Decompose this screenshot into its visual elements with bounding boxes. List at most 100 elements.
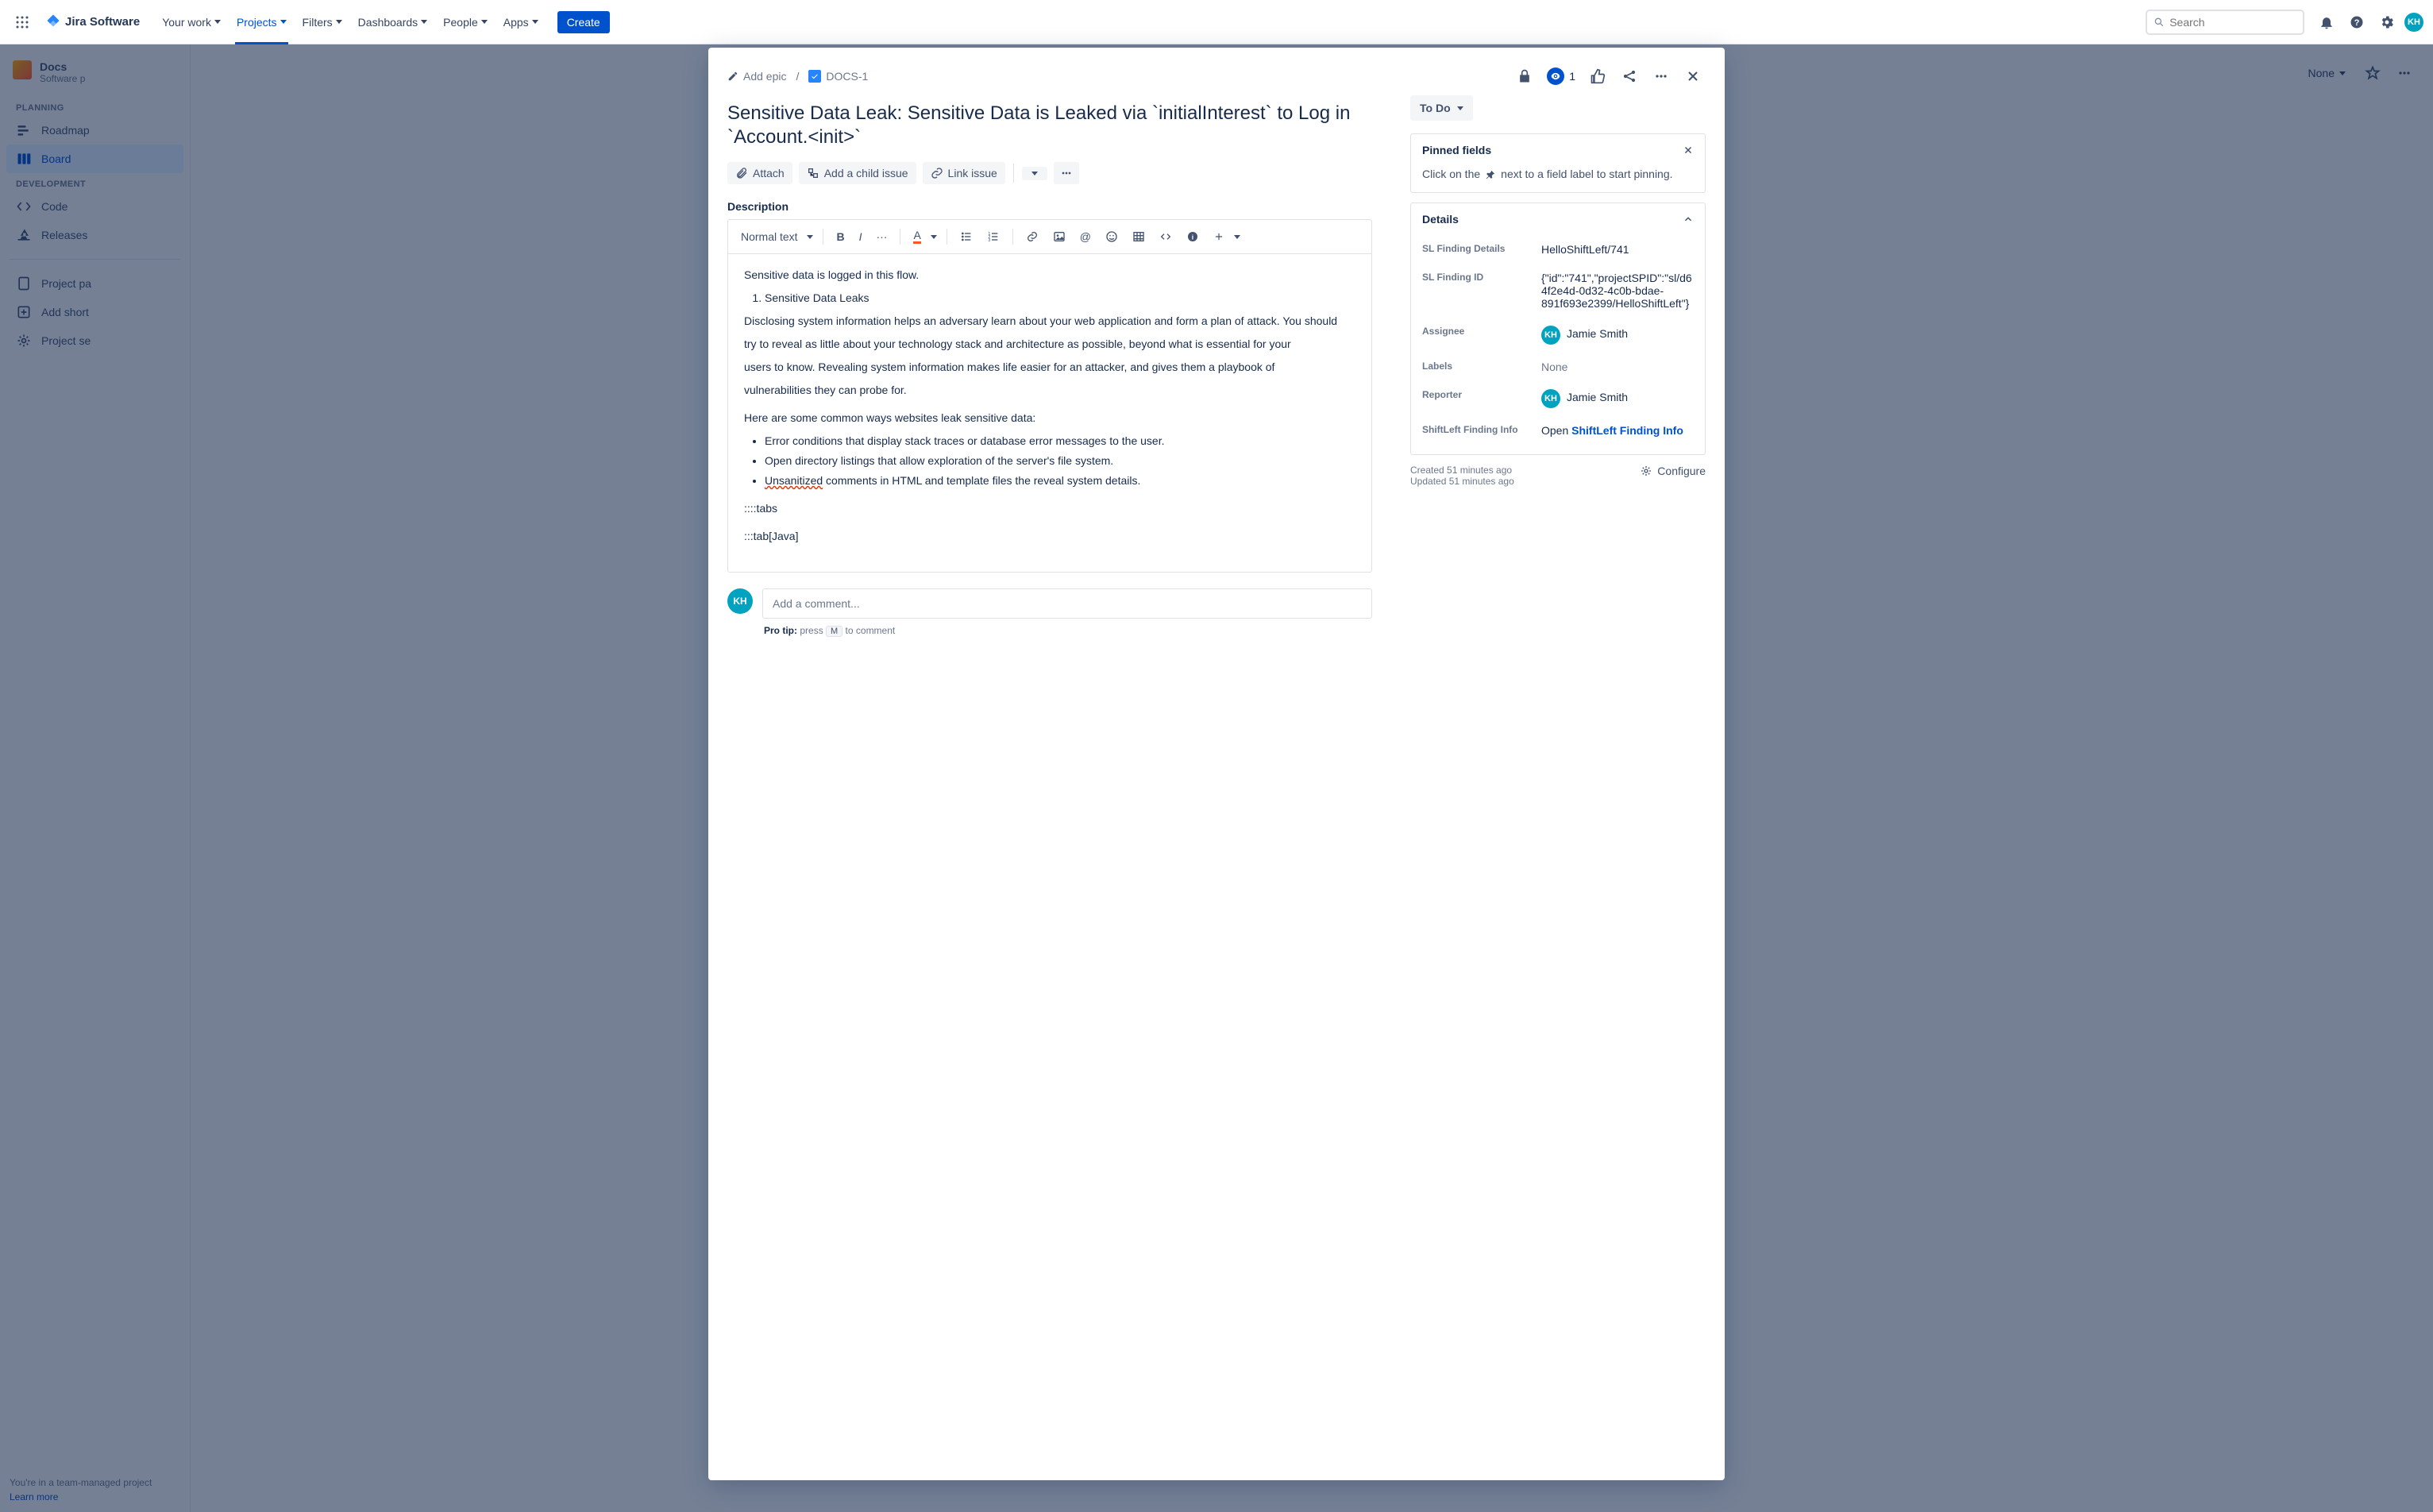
chevron-down-icon	[1457, 106, 1463, 110]
lock-icon[interactable]	[1512, 64, 1537, 89]
chevron-down-icon	[421, 20, 427, 24]
chevron-up-icon[interactable]	[1683, 214, 1694, 225]
search-field[interactable]	[2169, 16, 2296, 29]
sl-finding-id-value[interactable]: {"id":"741","projectSPID":"sl/d64f2e4d-0…	[1541, 272, 1694, 310]
configure-button[interactable]: Configure	[1640, 465, 1706, 477]
labels-value[interactable]: None	[1541, 361, 1694, 373]
edit-icon	[727, 71, 738, 82]
top-nav: Jira Software Your work Projects Filters…	[0, 0, 2433, 44]
help-icon[interactable]: ?	[2344, 10, 2369, 35]
attach-button[interactable]: Attach	[727, 162, 792, 184]
search-icon	[2153, 16, 2165, 29]
nav-your-work[interactable]: Your work	[156, 11, 227, 33]
eye-icon	[1547, 68, 1564, 85]
assignee-avatar: KH	[1541, 326, 1560, 345]
bullet-list-icon[interactable]	[954, 226, 979, 248]
comment-avatar: KH	[727, 588, 753, 614]
add-child-button[interactable]: Add a child issue	[799, 162, 916, 184]
notifications-icon[interactable]	[2314, 10, 2339, 35]
text-style-dropdown[interactable]: Normal text	[735, 226, 816, 248]
comment-input[interactable]: Add a comment...	[762, 588, 1372, 619]
numbered-list-icon[interactable]: 123	[981, 226, 1006, 248]
editor-toolbar: Normal text B I ··· A 123 @	[728, 220, 1371, 254]
chevron-down-icon	[931, 235, 937, 239]
nav-apps[interactable]: Apps	[497, 11, 545, 33]
nav-projects[interactable]: Projects	[230, 11, 293, 33]
child-icon	[807, 167, 819, 179]
close-icon[interactable]	[1680, 64, 1706, 89]
reporter-label: Reporter	[1422, 389, 1541, 408]
reporter-avatar: KH	[1541, 389, 1560, 408]
issue-key-link[interactable]: DOCS-1	[808, 70, 868, 83]
nav-links: Your work Projects Filters Dashboards Pe…	[156, 11, 610, 33]
app-switcher-icon[interactable]	[10, 10, 35, 35]
create-button[interactable]: Create	[557, 11, 610, 33]
close-icon[interactable]	[1683, 145, 1694, 156]
table-icon[interactable]	[1126, 226, 1151, 248]
more-actions-button[interactable]	[1054, 162, 1079, 184]
assignee-value[interactable]: KHJamie Smith	[1541, 326, 1694, 345]
user-avatar[interactable]: KH	[2404, 13, 2423, 32]
link-dropdown-button[interactable]	[1022, 167, 1047, 180]
issue-title[interactable]: Sensitive Data Leak: Sensitive Data is L…	[727, 102, 1372, 149]
jira-logo[interactable]: Jira Software	[44, 14, 140, 31]
shiftleft-info-value[interactable]: Open ShiftLeft Finding Info	[1541, 424, 1694, 437]
reporter-value[interactable]: KHJamie Smith	[1541, 389, 1694, 408]
sl-finding-details-label: SL Finding Details	[1422, 243, 1541, 256]
settings-icon[interactable]	[2374, 10, 2400, 35]
chevron-down-icon	[336, 20, 342, 24]
description-editor[interactable]: Normal text B I ··· A 123 @	[727, 219, 1372, 573]
details-panel: Details SL Finding Details HelloShiftLef…	[1410, 202, 1706, 455]
pinned-fields-title: Pinned fields	[1422, 144, 1491, 156]
watchers-count: 1	[1569, 70, 1575, 83]
svg-text:?: ?	[2354, 18, 2360, 28]
link-issue-button[interactable]: Link issue	[923, 162, 1005, 184]
chevron-down-icon	[1031, 172, 1038, 176]
sl-finding-details-value[interactable]: HelloShiftLeft/741	[1541, 243, 1694, 256]
pinned-fields-note: Click on the next to a field label to st…	[1422, 166, 1694, 183]
nav-filters[interactable]: Filters	[296, 11, 349, 33]
image-icon[interactable]	[1047, 226, 1072, 248]
nav-people[interactable]: People	[437, 11, 494, 33]
sl-finding-id-label: SL Finding ID	[1422, 272, 1541, 310]
chevron-down-icon	[532, 20, 538, 24]
details-title: Details	[1422, 213, 1459, 226]
code-icon[interactable]	[1153, 226, 1178, 248]
italic-icon[interactable]: I	[853, 226, 869, 248]
link-icon[interactable]	[1020, 226, 1045, 248]
bold-icon[interactable]: B	[830, 226, 850, 248]
chevron-down-icon	[280, 20, 287, 24]
text-color-icon[interactable]: A	[907, 225, 939, 249]
watchers-button[interactable]: 1	[1544, 66, 1579, 87]
insert-icon[interactable]	[1207, 226, 1243, 248]
mention-icon[interactable]: @	[1074, 226, 1097, 248]
pin-icon	[1485, 169, 1496, 180]
emoji-icon[interactable]	[1099, 226, 1124, 248]
nav-dashboards[interactable]: Dashboards	[352, 11, 434, 33]
issue-modal: Add epic / DOCS-1 1 Sensitive Data Leak:…	[708, 48, 1725, 1480]
link-icon	[931, 167, 943, 179]
shiftleft-info-link[interactable]: ShiftLeft Finding Info	[1571, 424, 1683, 437]
chevron-down-icon	[481, 20, 488, 24]
add-epic-link[interactable]: Add epic	[727, 70, 786, 83]
pinned-fields-panel: Pinned fields Click on the next to a fie…	[1410, 133, 1706, 193]
search-input[interactable]	[2146, 10, 2304, 35]
description-label: Description	[727, 200, 1372, 213]
breadcrumbs: Add epic / DOCS-1	[727, 70, 1506, 83]
labels-label: Labels	[1422, 361, 1541, 373]
updated-text: Updated 51 minutes ago	[1410, 476, 1514, 487]
editor-content[interactable]: Sensitive data is logged in this flow. S…	[728, 254, 1371, 572]
status-dropdown[interactable]: To Do	[1410, 95, 1473, 121]
more-formatting-icon[interactable]: ···	[869, 226, 893, 248]
like-icon[interactable]	[1585, 64, 1610, 89]
task-icon	[808, 70, 821, 83]
more-icon[interactable]	[1648, 64, 1674, 89]
attach-icon	[735, 167, 748, 179]
chevron-down-icon	[1234, 235, 1240, 239]
created-text: Created 51 minutes ago	[1410, 465, 1514, 476]
share-icon[interactable]	[1617, 64, 1642, 89]
chevron-down-icon	[807, 235, 813, 239]
svg-text:i: i	[1192, 233, 1193, 241]
gear-icon	[1640, 465, 1652, 477]
info-icon[interactable]: i	[1180, 226, 1205, 248]
